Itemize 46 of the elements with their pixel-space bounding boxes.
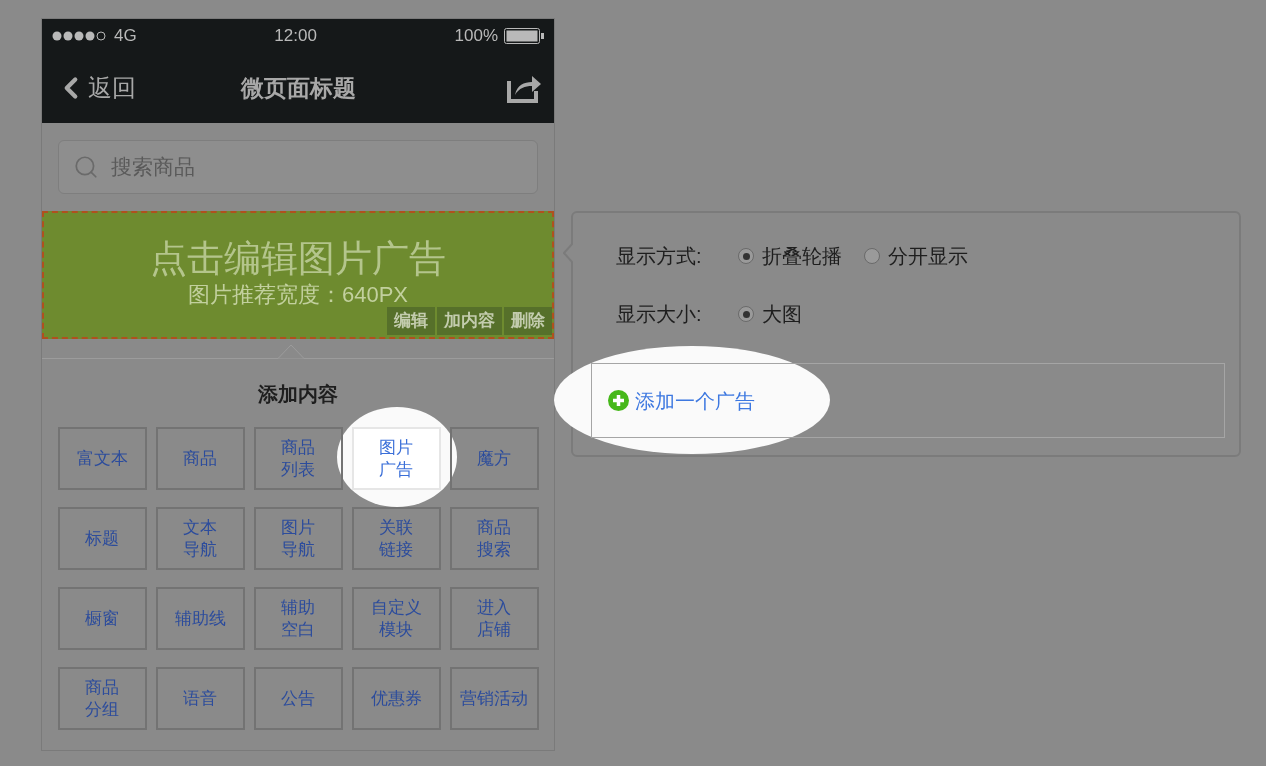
battery-text: 100% <box>454 25 498 48</box>
content-type-button[interactable]: 商品分组 <box>57 667 147 730</box>
radio-label: 分开显示 <box>888 244 968 269</box>
radio-button[interactable] <box>864 248 880 264</box>
content-type-button[interactable]: 图片广告 <box>351 427 441 490</box>
content-type-button[interactable]: 关联链接 <box>351 507 441 570</box>
search-icon <box>73 154 99 180</box>
section-title: 添加内容 <box>258 382 338 407</box>
back-button[interactable]: 返回 <box>54 70 164 106</box>
banner-action-button[interactable]: 删除 <box>504 307 552 335</box>
content-type-button[interactable]: 魔方 <box>449 427 539 490</box>
signal-icon <box>52 31 108 41</box>
radio-label: 大图 <box>762 302 802 327</box>
banner-action-button[interactable]: 加内容 <box>437 307 502 335</box>
content-type-button[interactable]: 富文本 <box>57 427 147 490</box>
content-type-button[interactable]: 进入店铺 <box>449 587 539 650</box>
content-type-button[interactable]: 语音 <box>155 667 245 730</box>
content-type-button[interactable]: 商品列表 <box>253 427 343 490</box>
setting-label: 显示大小: <box>616 302 703 327</box>
content-type-button[interactable]: 自定义模块 <box>351 587 441 650</box>
content-type-button[interactable]: 辅助空白 <box>253 587 343 650</box>
content-type-button[interactable]: 营销活动 <box>449 667 539 730</box>
content-type-button[interactable]: 商品搜索 <box>449 507 539 570</box>
add-ad-link[interactable]: 添加一个广告 <box>608 385 755 416</box>
content-type-button[interactable]: 辅助线 <box>155 587 245 650</box>
page-title: 微页面标题 <box>240 73 356 103</box>
content-type-button[interactable]: 橱窗 <box>57 587 147 650</box>
radio-label: 折叠轮播 <box>762 244 842 269</box>
banner-title: 点击编辑图片广告 <box>150 237 446 281</box>
content-type-button[interactable]: 文本导航 <box>155 507 245 570</box>
content-type-button[interactable]: 标题 <box>57 507 147 570</box>
content-type-button[interactable]: 公告 <box>253 667 343 730</box>
radio-button[interactable] <box>738 248 754 264</box>
share-icon[interactable] <box>506 73 542 103</box>
content-type-button[interactable]: 图片导航 <box>253 507 343 570</box>
radio-button[interactable] <box>738 306 754 322</box>
banner-subtitle: 图片推荐宽度：640PX <box>187 281 409 309</box>
content-type-button[interactable]: 优惠券 <box>351 667 441 730</box>
setting-label: 显示方式: <box>616 244 703 269</box>
clock-text: 12:00 <box>274 25 317 48</box>
banner-action-button[interactable]: 编辑 <box>387 307 435 335</box>
battery-icon <box>504 28 544 44</box>
plus-circle-icon <box>608 390 629 411</box>
carrier-text: 4G <box>114 25 137 48</box>
image-ad-banner[interactable]: 点击编辑图片广告 图片推荐宽度：640PX 编辑 加内容 删除 <box>42 211 554 339</box>
content-type-button[interactable]: 商品 <box>155 427 245 490</box>
